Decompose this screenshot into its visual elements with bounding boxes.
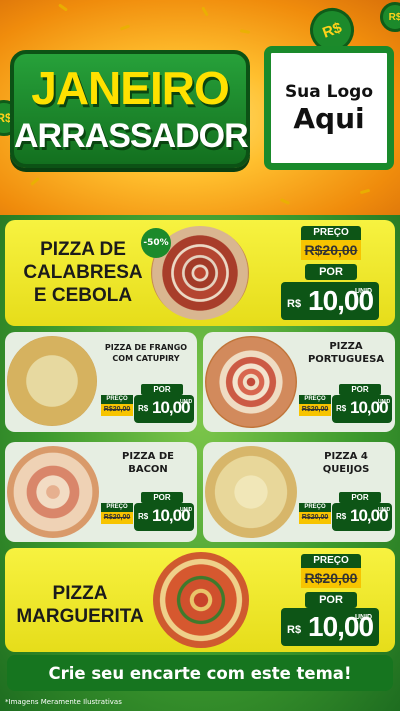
confetti <box>58 3 68 12</box>
new-price: R$ 10,00 UNID <box>281 282 379 320</box>
price-label-preco: PREÇO <box>101 503 133 512</box>
price-label-por: POR <box>339 384 381 395</box>
old-price: R$20,00 <box>301 568 361 588</box>
disclaimer: *Imagens Meramente Ilustrativas <box>5 698 122 706</box>
new-price: R$ 10,00 UNID <box>134 503 194 531</box>
price-label-preco: PREÇO <box>301 226 361 240</box>
cta-text: Crie seu encarte com este tema! <box>48 663 352 683</box>
price-label-por: POR <box>141 384 183 395</box>
new-price: R$ 10,00 UNID <box>134 395 194 423</box>
header-banner: R$ R$ R$ JANEIRO ARRASSADOR Sua Logo Aqu… <box>0 0 400 215</box>
pizza-frango-image <box>7 336 97 426</box>
coin-icon: R$ <box>380 2 400 32</box>
old-price: R$20,00 <box>301 240 361 260</box>
confetti <box>30 177 40 186</box>
old-price: R$20,00 <box>101 404 133 416</box>
price-label-preco: PREÇO <box>301 554 361 568</box>
old-price: R$20,00 <box>299 404 331 416</box>
pizza-name: PIZZA 4 QUEIJOS <box>322 451 370 475</box>
pizza-name: PIZZA DE FRANGO COM CATUPIRY <box>104 343 188 363</box>
pizza-card-4-queijos: PIZZA 4 QUEIJOS POR PREÇO R$20,00 R$ 10,… <box>203 442 395 542</box>
price-label-por: POR <box>305 592 357 608</box>
pizza-card-frango: PIZZA DE FRANGO COM CATUPIRY POR PREÇO R… <box>5 332 197 432</box>
price-label-por: POR <box>141 492 183 503</box>
title-line-1: JANEIRO <box>31 62 229 114</box>
price-label-preco: PREÇO <box>101 395 133 404</box>
promo-title: JANEIRO ARRASSADOR <box>10 50 250 168</box>
logo-placeholder: Sua Logo Aqui <box>264 46 394 170</box>
new-price: R$ 10,00 UNID <box>281 608 379 646</box>
pizza-card-bacon: PIZZA DE BACON POR PREÇO R$20,00 R$ 10,0… <box>5 442 197 542</box>
pizza-name: PIZZA DE CALABRESA E CEBOLA <box>23 239 143 306</box>
new-price: R$ 10,00 UNID <box>332 395 392 423</box>
pizza-portuguesa-image <box>205 336 297 428</box>
pizza-name: PIZZA MARGUERITA <box>16 583 144 627</box>
price-label-por: POR <box>305 264 357 280</box>
pizza-4-queijos-image <box>205 446 297 538</box>
confetti <box>239 29 251 34</box>
featured-pizza-card-marguerita: PIZZA MARGUERITA PREÇO R$20,00 POR R$ 10… <box>5 548 395 652</box>
logo-line-2: Aqui <box>293 101 365 135</box>
confetti <box>201 6 209 17</box>
confetti <box>119 24 131 31</box>
price-label-preco: PREÇO <box>299 503 331 512</box>
old-price: R$20,00 <box>299 512 331 524</box>
price-label-por: POR <box>339 492 381 503</box>
pizza-marguerita-image <box>153 552 249 648</box>
featured-pizza-card: PIZZA DE CALABRESA E CEBOLA -50% PREÇO R… <box>5 220 395 326</box>
discount-badge: -50% <box>141 228 171 258</box>
cta-banner: Crie seu encarte com este tema! <box>7 655 393 691</box>
logo-line-1: Sua Logo <box>284 81 374 102</box>
title-line-2: ARRASSADOR <box>14 117 249 155</box>
price-label-preco: PREÇO <box>299 395 331 404</box>
confetti <box>279 198 291 205</box>
new-price: R$ 10,00 UNID <box>332 503 392 531</box>
pizza-name: PIZZA PORTUGUESA <box>307 341 385 365</box>
old-price: R$20,00 <box>101 512 133 524</box>
pizza-bacon-image <box>7 446 99 538</box>
pizza-card-portuguesa: PIZZA PORTUGUESA POR PREÇO R$20,00 R$ 10… <box>203 332 395 432</box>
pizza-name: PIZZA DE BACON <box>122 451 174 475</box>
confetti <box>359 188 371 195</box>
